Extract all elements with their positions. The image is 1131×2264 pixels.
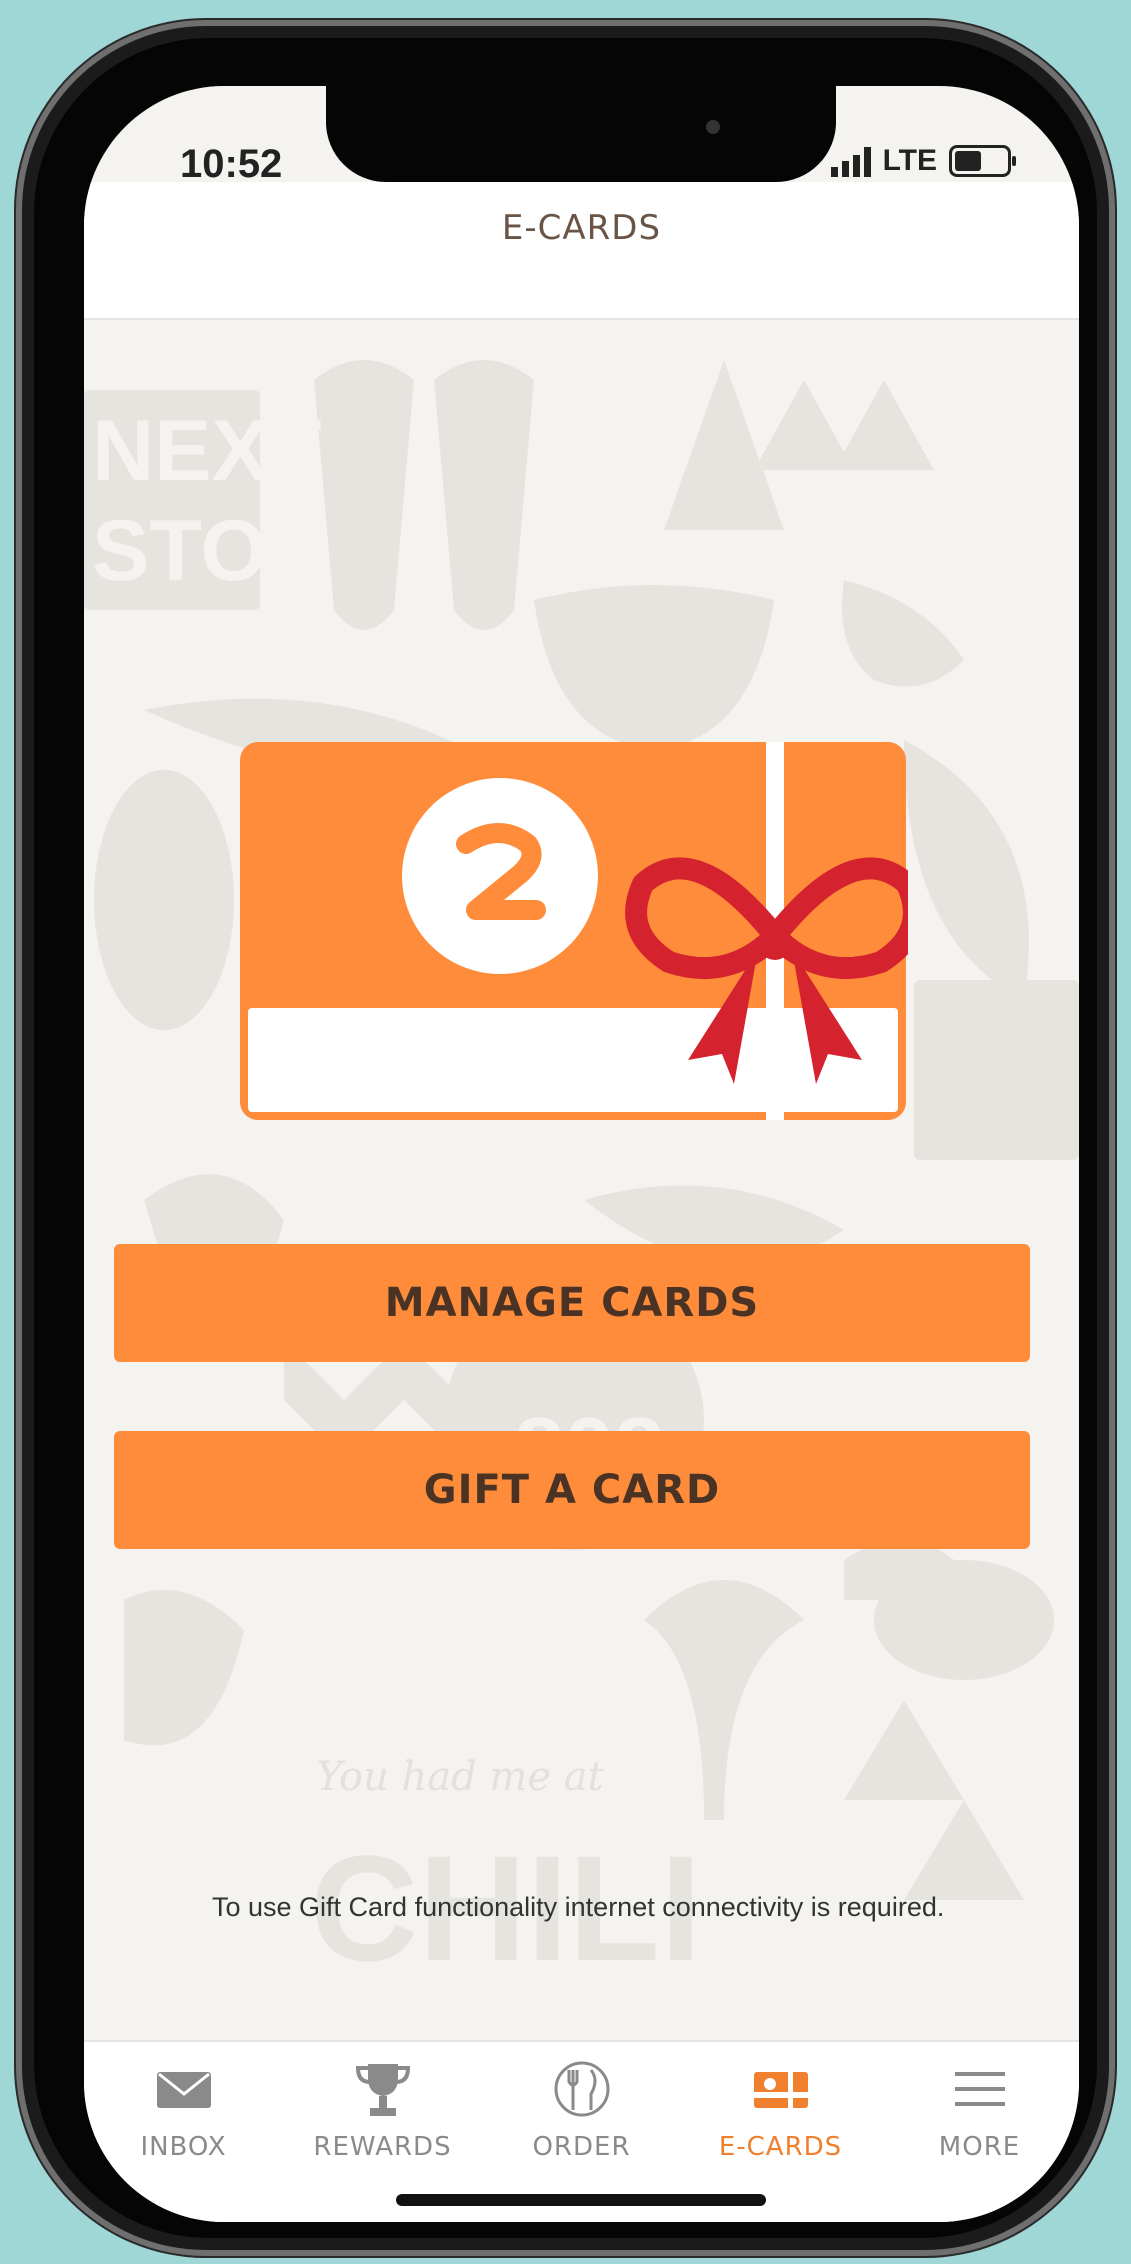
- battery-icon: [949, 145, 1016, 177]
- brand-logo-icon: [402, 778, 598, 974]
- gift-card-illustration: [240, 742, 908, 1120]
- tab-label: MORE: [938, 2132, 1021, 2162]
- manage-cards-button[interactable]: MANAGE CARDS: [114, 1244, 1030, 1362]
- status-indicators: LTE: [830, 144, 1016, 178]
- bg-chili-script: You had me at: [316, 1754, 605, 1800]
- menu-icon: [954, 2072, 1005, 2106]
- connectivity-notice: To use Gift Card functionality internet …: [212, 1892, 945, 1922]
- bg-stop-top: NEXT: [92, 403, 321, 499]
- tab-inbox[interactable]: INBOX: [84, 2042, 283, 2222]
- page-title: E-CARDS: [501, 208, 662, 248]
- home-indicator[interactable]: [396, 2194, 766, 2206]
- status-time: 10:52: [180, 142, 283, 186]
- trophy-icon: [355, 2064, 410, 2116]
- tab-label: ORDER: [532, 2132, 631, 2162]
- gift-card-icon: [753, 2072, 808, 2108]
- tab-label: REWARDS: [313, 2132, 452, 2162]
- tab-label: INBOX: [140, 2132, 227, 2162]
- utensils-icon: [554, 2061, 609, 2117]
- envelope-icon: [156, 2072, 211, 2108]
- bg-stop-bottom: STOP: [92, 503, 325, 599]
- device-notch: [326, 86, 836, 182]
- app-screen: NEXT STOP You had me at CHILI 808 10:52 …: [84, 86, 1079, 2222]
- background-illustration: NEXT STOP You had me at CHILI 808: [84, 360, 1079, 1992]
- tab-label: E-CARDS: [718, 2132, 843, 2162]
- network-label: LTE: [882, 144, 937, 177]
- nav-header: [84, 182, 1079, 320]
- front-camera: [706, 120, 720, 134]
- signal-icon: [830, 145, 871, 177]
- gift-a-card-button[interactable]: GIFT A CARD: [114, 1431, 1030, 1549]
- tab-more[interactable]: MORE: [880, 2042, 1079, 2222]
